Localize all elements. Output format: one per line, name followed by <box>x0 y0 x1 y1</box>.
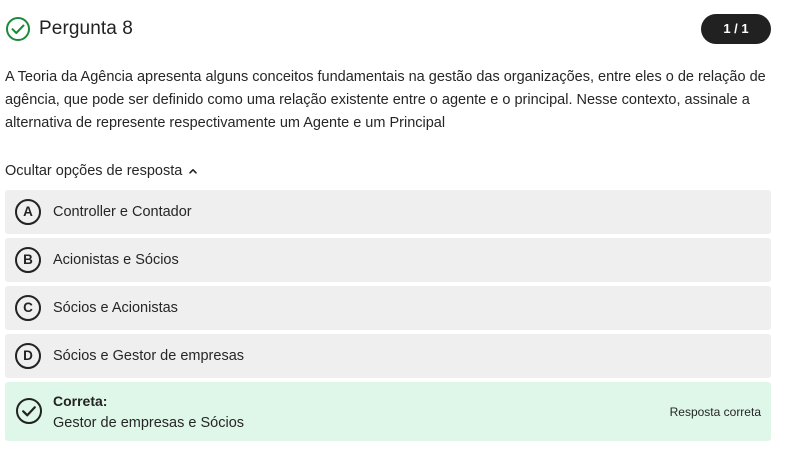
option-a[interactable]: A Controller e Contador <box>5 190 771 234</box>
correct-heading: Correta: <box>53 393 108 409</box>
option-letter: D <box>15 343 41 369</box>
option-letter: A <box>15 199 41 225</box>
question-card: Pergunta 8 1 / 1 A Teoria da Agência apr… <box>0 0 800 465</box>
question-header: Pergunta 8 1 / 1 <box>5 14 771 44</box>
correct-answer-tag: Resposta correta <box>669 405 761 419</box>
question-text: A Teoria da Agência apresenta alguns con… <box>5 69 766 131</box>
check-circle-icon <box>6 17 30 41</box>
correct-answer-option[interactable]: Correta: Gestor de empresas e Sócios Res… <box>5 382 771 441</box>
toggle-label: Ocultar opções de resposta <box>5 163 183 179</box>
option-letter: B <box>15 247 41 273</box>
question-counter-badge: 1 / 1 <box>701 14 771 44</box>
check-circle-icon <box>16 398 42 424</box>
hide-options-toggle[interactable]: Ocultar opções de resposta <box>5 160 198 182</box>
option-label: Sócios e Acionistas <box>53 300 178 316</box>
option-d[interactable]: D Sócios e Gestor de empresas <box>5 334 771 378</box>
option-label: Sócios e Gestor de empresas <box>53 348 245 364</box>
correct-answer-label: Gestor de empresas e Sócios <box>53 415 245 431</box>
chevron-up-icon <box>189 169 198 174</box>
option-b[interactable]: B Acionistas e Sócios <box>5 238 771 282</box>
option-label: Controller e Contador <box>53 204 192 220</box>
option-c[interactable]: C Sócios e Acionistas <box>5 286 771 330</box>
question-title: Pergunta 8 <box>39 18 133 39</box>
option-label: Acionistas e Sócios <box>53 252 179 268</box>
option-letter: C <box>15 295 41 321</box>
